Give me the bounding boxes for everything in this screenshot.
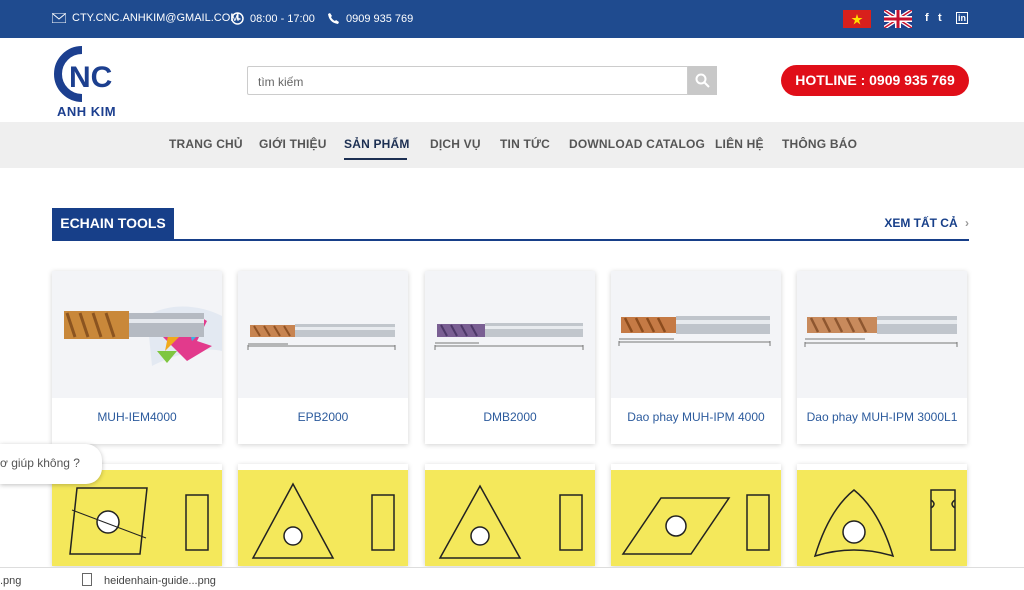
english-flag-icon[interactable] (884, 10, 912, 28)
insert-image (52, 470, 222, 566)
download-bar: .png heidenhain-guide...png (0, 567, 1024, 590)
product-image (425, 271, 595, 398)
product-name: Dao phay MUH-IPM 4000 (627, 410, 765, 424)
section-title: ECHAIN TOOLS (52, 208, 174, 239)
view-all-label: XEM TẤT CẢ (884, 216, 958, 230)
hours-text: 08:00 - 17:00 (250, 12, 315, 25)
linkedin-icon[interactable]: in (956, 12, 968, 24)
product-name: Dao phay MUH-IPM 3000L1 (806, 410, 958, 424)
twitter-icon[interactable]: t (938, 12, 942, 24)
product-card[interactable]: Dao phay MUH-IPM 3000L1 (797, 271, 967, 444)
site-header: NC ANH KIM tìm kiếm HOTLINE : 0909 935 7… (0, 38, 1024, 122)
product-card[interactable]: EPB2000 (238, 271, 408, 444)
insert-product-card[interactable] (238, 464, 408, 566)
vietnamese-flag-icon[interactable] (843, 10, 871, 28)
insert-product-card[interactable] (797, 464, 967, 566)
product-image (52, 271, 222, 398)
main-navigation: TRANG CHỦ GIỚI THIỆU SẢN PHẨM DỊCH VỤ TI… (0, 122, 1024, 168)
product-image (611, 271, 781, 398)
product-image (238, 271, 408, 398)
working-hours: 08:00 - 17:00 (231, 12, 315, 25)
file-icon (82, 573, 92, 586)
nav-contact[interactable]: LIÊN HỆ (715, 137, 764, 151)
search-input[interactable]: tìm kiếm (247, 66, 688, 95)
chat-popup[interactable]: ơ giúp không ? (0, 444, 102, 484)
product-name: EPB2000 (297, 410, 349, 424)
cnc-logo-mark: NC (54, 46, 112, 102)
insert-image (425, 470, 595, 566)
nav-notices[interactable]: THÔNG BÁO (782, 137, 857, 151)
chat-text: ơ giúp không ? (0, 456, 80, 470)
phone-contact[interactable]: 0909 935 769 (327, 12, 413, 25)
email-icon (52, 13, 66, 23)
download-file-name[interactable]: .png (0, 575, 21, 587)
nav-news[interactable]: TIN TỨC (500, 137, 550, 151)
product-name: DMB2000 (483, 410, 537, 424)
section-header: ECHAIN TOOLS XEM TẤT CẢ › (52, 208, 969, 241)
logo-text: ANH KIM (57, 104, 117, 119)
product-card[interactable]: DMB2000 (425, 271, 595, 444)
insert-image (611, 470, 781, 566)
product-card[interactable]: MUH-IEM4000 (52, 271, 222, 444)
active-nav-underline (344, 158, 407, 160)
search-button[interactable] (688, 66, 717, 95)
email-contact[interactable]: CTY.CNC.ANHKIM@GMAIL.COM (52, 12, 239, 24)
insert-product-card[interactable] (425, 464, 595, 566)
download-file-name[interactable]: heidenhain-guide...png (104, 575, 216, 587)
email-text: CTY.CNC.ANHKIM@GMAIL.COM (72, 12, 240, 24)
company-logo[interactable]: NC ANH KIM (52, 44, 136, 120)
nav-home[interactable]: TRANG CHỦ (169, 137, 243, 151)
phone-text: 0909 935 769 (346, 12, 414, 25)
nav-about[interactable]: GIỚI THIỆU (259, 137, 327, 151)
view-all-link[interactable]: XEM TẤT CẢ › (884, 216, 969, 230)
product-image (797, 271, 967, 398)
nav-download-catalog[interactable]: DOWNLOAD CATALOG (569, 137, 705, 151)
nav-products[interactable]: SẢN PHẨM (344, 137, 410, 151)
search-icon (695, 73, 710, 88)
hotline-button[interactable]: HOTLINE : 0909 935 769 (781, 65, 969, 96)
facebook-icon[interactable]: f (925, 12, 929, 24)
section-divider (52, 239, 969, 241)
insert-image (238, 470, 408, 566)
insert-image (797, 470, 967, 566)
top-bar: CTY.CNC.ANHKIM@GMAIL.COM 08:00 - 17:00 0… (0, 0, 1024, 38)
logo-letters: NC (69, 61, 112, 94)
product-name: MUH-IEM4000 (97, 410, 177, 424)
product-card[interactable]: Dao phay MUH-IPM 4000 (611, 271, 781, 444)
clock-icon (231, 12, 244, 25)
nav-services[interactable]: DỊCH VỤ (430, 137, 481, 151)
chevron-right-icon: › (965, 216, 969, 230)
phone-icon (328, 13, 339, 24)
insert-product-card[interactable] (611, 464, 781, 566)
